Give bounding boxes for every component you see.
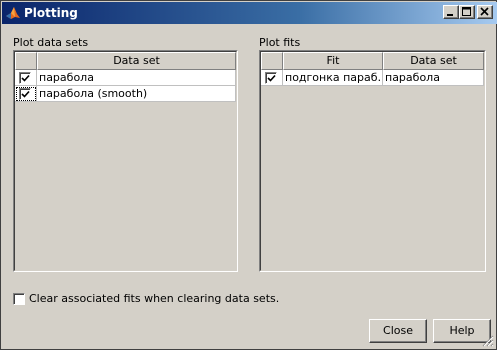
row-checkbox-cell[interactable] bbox=[15, 86, 37, 102]
header-fit[interactable]: Fit bbox=[283, 52, 383, 70]
plot-data-sets-label: Plot data sets bbox=[13, 36, 89, 49]
resize-grip-icon[interactable] bbox=[482, 335, 494, 347]
table-row[interactable]: парабола bbox=[15, 70, 236, 86]
minimize-icon bbox=[447, 14, 453, 16]
fits-table-header: Fit Data set bbox=[261, 52, 484, 70]
checkmark-icon bbox=[21, 90, 30, 98]
table-row[interactable]: подгонка параб… парабола bbox=[261, 70, 484, 86]
header-checkbox-column[interactable] bbox=[15, 52, 37, 70]
clear-fits-checkbox[interactable] bbox=[13, 293, 25, 305]
row-checkbox-cell[interactable] bbox=[261, 70, 283, 86]
data-set-cell[interactable]: парабола (smooth) bbox=[37, 86, 236, 102]
row-checkbox[interactable] bbox=[265, 72, 277, 84]
checkmark-icon bbox=[267, 74, 276, 82]
row-checkbox[interactable] bbox=[19, 88, 31, 100]
data-set-cell[interactable]: парабола bbox=[383, 70, 484, 86]
row-checkbox-cell[interactable] bbox=[15, 70, 37, 86]
close-window-button[interactable] bbox=[477, 5, 493, 19]
maximize-button[interactable] bbox=[459, 5, 475, 19]
maximize-icon bbox=[462, 7, 471, 16]
matlab-icon bbox=[6, 7, 20, 19]
close-button[interactable]: Close bbox=[369, 319, 427, 343]
window-title: Plotting bbox=[24, 6, 78, 20]
clear-fits-label[interactable]: Clear associated fits when clearing data… bbox=[29, 292, 279, 305]
plot-fits-label: Plot fits bbox=[259, 36, 301, 49]
data-sets-table-header: Data set bbox=[15, 52, 236, 70]
data-sets-table[interactable]: Data set парабола парабола (smooth) bbox=[13, 50, 238, 272]
checkmark-icon bbox=[21, 74, 30, 82]
row-checkbox[interactable] bbox=[19, 72, 31, 84]
header-checkbox-column[interactable] bbox=[261, 52, 283, 70]
data-set-cell[interactable]: парабола bbox=[37, 70, 236, 86]
fits-table[interactable]: Fit Data set подгонка параб… парабола bbox=[259, 50, 486, 272]
plotting-window: Plotting Plot data sets Data set парабол… bbox=[0, 0, 497, 350]
table-row[interactable]: парабола (smooth) bbox=[15, 86, 236, 102]
minimize-button[interactable] bbox=[443, 5, 459, 19]
header-data-set[interactable]: Data set bbox=[37, 52, 236, 70]
fit-cell[interactable]: подгонка параб… bbox=[283, 70, 383, 86]
close-icon bbox=[480, 7, 489, 16]
header-data-set[interactable]: Data set bbox=[383, 52, 484, 70]
title-bar[interactable]: Plotting bbox=[2, 2, 497, 24]
